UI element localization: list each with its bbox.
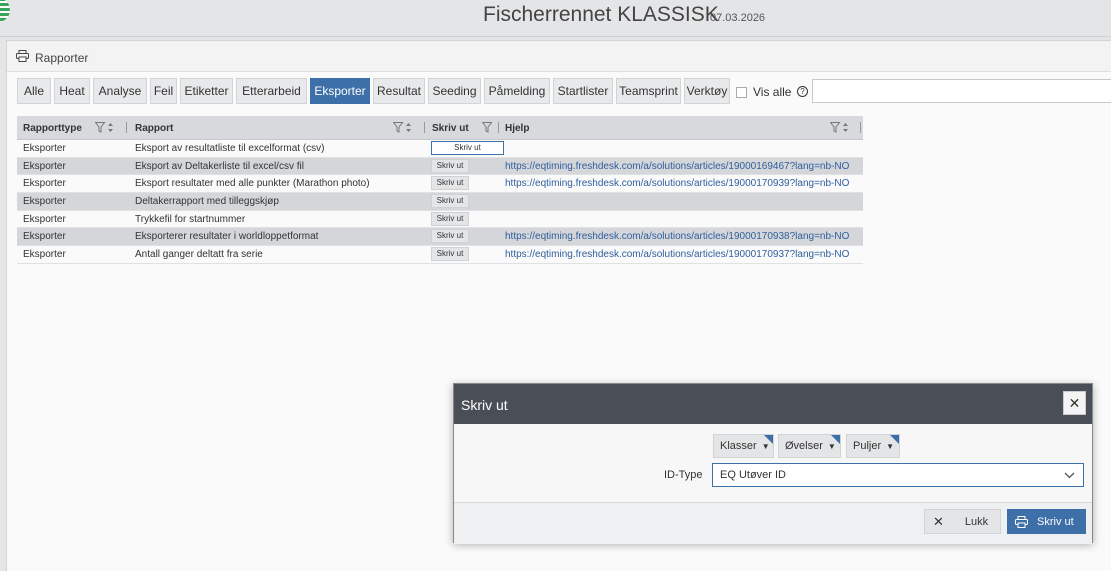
print-row-button[interactable]: Skriv ut — [431, 194, 469, 209]
column-header-hjelp[interactable]: Hjelp — [505, 123, 529, 134]
tab-resultat[interactable]: Resultat — [373, 78, 425, 104]
print-row-button[interactable]: Skriv ut — [431, 141, 504, 155]
table-row[interactable]: Eksporter Eksport av Deltakerliste til e… — [17, 157, 863, 176]
reports-grid: Rapporttype Rapport Skriv ut Hjelp Ekspo… — [17, 116, 863, 264]
id-type-select[interactable]: EQ Utøver ID — [712, 463, 1084, 487]
table-row[interactable]: Eksporter Eksporterer resultater i world… — [17, 228, 863, 247]
cell-type: Eksporter — [23, 143, 66, 154]
column-header-rapport[interactable]: Rapport — [135, 123, 173, 134]
logo-icon — [0, 0, 10, 22]
print-button-label: Skriv ut — [1037, 515, 1074, 528]
tab-startlister[interactable]: Startlister — [553, 78, 613, 104]
tab-feil[interactable]: Feil — [150, 78, 177, 104]
dialog-title: Skriv ut — [461, 397, 508, 413]
printer-icon — [1015, 515, 1028, 528]
tab-seeding[interactable]: Seeding — [428, 78, 481, 104]
cell-report: Eksport av Deltakerliste til excel/csv f… — [135, 160, 304, 172]
panel-title: Rapporter — [35, 51, 89, 65]
tab-eksporter[interactable]: Eksporter — [310, 78, 370, 104]
close-icon: ✕ — [933, 513, 944, 529]
column-separator — [126, 122, 127, 133]
print-row-button[interactable]: Skriv ut — [431, 176, 469, 191]
tab-etiketter[interactable]: Etiketter — [180, 78, 233, 104]
corner-marker — [890, 435, 899, 444]
tab-analyse[interactable]: Analyse — [93, 78, 147, 104]
close-button[interactable]: ✕ Lukk — [924, 509, 1001, 534]
tab-heat[interactable]: Heat — [54, 78, 90, 104]
help-link[interactable]: https://eqtiming.freshdesk.com/a/solutio… — [505, 249, 849, 260]
klasser-dropdown[interactable]: Klasser ▼ — [713, 434, 774, 458]
column-header-rapporttype[interactable]: Rapporttype — [23, 123, 82, 134]
filter-icon[interactable] — [95, 122, 117, 133]
table-row[interactable]: Eksporter Deltakerrapport med tilleggskj… — [17, 193, 863, 211]
cell-type: Eksporter — [23, 231, 66, 243]
print-button[interactable]: Skriv ut — [1007, 509, 1086, 534]
chip-label: Puljer — [853, 440, 882, 452]
vis-alle-checkbox[interactable]: Vis alle — [736, 85, 791, 99]
top-bar: Fischerrennet KLASSISK 07.03.2026 — [0, 0, 1111, 37]
grid-body: Eksporter Eksport av resultatliste til e… — [17, 140, 863, 264]
grid-header: Rapporttype Rapport Skriv ut Hjelp — [17, 116, 863, 140]
cell-type: Eksporter — [23, 196, 66, 208]
print-row-button[interactable]: Skriv ut — [431, 229, 469, 244]
cell-report: Eksporterer resultater i worldloppetform… — [135, 231, 319, 243]
cell-type: Eksporter — [23, 249, 66, 261]
checkbox-box[interactable] — [736, 86, 747, 98]
app-title: Fischerrennet KLASSISK — [483, 3, 719, 26]
table-row[interactable]: Eksporter Antall ganger deltatt fra seri… — [17, 246, 863, 264]
tab-alle[interactable]: Alle — [17, 78, 51, 104]
panel-header: Rapporter — [7, 41, 1111, 72]
tab-verkt-y[interactable]: Verktøy — [684, 78, 730, 104]
table-row[interactable]: Eksporter Eksport av resultatliste til e… — [17, 140, 863, 158]
corner-marker — [831, 435, 840, 444]
close-button-label: Lukk — [964, 515, 989, 528]
cell-report: Antall ganger deltatt fra serie — [135, 249, 263, 261]
cell-type: Eksporter — [23, 213, 66, 225]
help-link[interactable]: https://eqtiming.freshdesk.com/a/solutio… — [505, 161, 849, 172]
tab-p-melding[interactable]: Påmelding — [484, 78, 550, 104]
column-separator — [860, 122, 861, 133]
filter-icon[interactable] — [830, 122, 852, 133]
id-type-value: EQ Utøver ID — [720, 469, 787, 481]
print-row-button[interactable]: Skriv ut — [431, 211, 469, 226]
chevron-down-icon — [1064, 472, 1075, 479]
id-type-label: ID-Type — [664, 469, 703, 481]
cell-type: Eksporter — [23, 178, 66, 190]
help-link[interactable]: https://eqtiming.freshdesk.com/a/solutio… — [505, 231, 849, 242]
cell-type: Eksporter — [23, 160, 66, 172]
print-row-button[interactable]: Skriv ut — [431, 247, 469, 262]
print-row-button[interactable]: Skriv ut — [431, 158, 469, 173]
tab-etterarbeid[interactable]: Etterarbeid — [236, 78, 307, 104]
table-row[interactable]: Eksporter Eksport resultater med alle pu… — [17, 175, 863, 194]
app-date: 07.03.2026 — [710, 12, 766, 24]
dialog-header: Skriv ut ✕ — [454, 384, 1092, 424]
chip-label: Øvelser — [785, 440, 823, 452]
close-icon[interactable]: ✕ — [1063, 391, 1086, 415]
filter-icon[interactable] — [393, 122, 415, 133]
dialog-footer: ✕ Lukk Skriv ut — [454, 502, 1092, 544]
cell-report: Trykkefil for startnummer — [135, 213, 246, 225]
corner-marker — [764, 435, 773, 444]
table-row[interactable]: Eksporter Trykkefil for startnummer Skri… — [17, 211, 863, 229]
print-dialog: Skriv ut ✕ Klasser ▼ Øvelser ▼ Puljer ▼ ID-… — [453, 383, 1093, 544]
printer-icon — [16, 50, 29, 62]
column-separator — [424, 122, 425, 133]
column-separator — [498, 122, 499, 133]
cell-report: Eksport resultater med alle punkter (Mar… — [135, 178, 370, 190]
cell-report: Eksport av resultatliste til excelformat… — [135, 143, 325, 154]
help-link[interactable]: https://eqtiming.freshdesk.com/a/solutio… — [505, 178, 849, 189]
puljer-dropdown[interactable]: Puljer ▼ — [846, 434, 900, 458]
help-icon[interactable]: ? — [797, 86, 808, 97]
search-input[interactable] — [812, 79, 1111, 103]
chip-label: Klasser — [720, 440, 757, 452]
cell-report: Deltakerrapport med tilleggskjøp — [135, 196, 279, 208]
filter-icon[interactable] — [482, 122, 493, 133]
tab-teamsprint[interactable]: Teamsprint — [616, 78, 681, 104]
vis-alle-label: Vis alle — [753, 85, 792, 99]
ovelser-dropdown[interactable]: Øvelser ▼ — [778, 434, 841, 458]
column-header-skriv-ut[interactable]: Skriv ut — [432, 123, 469, 134]
